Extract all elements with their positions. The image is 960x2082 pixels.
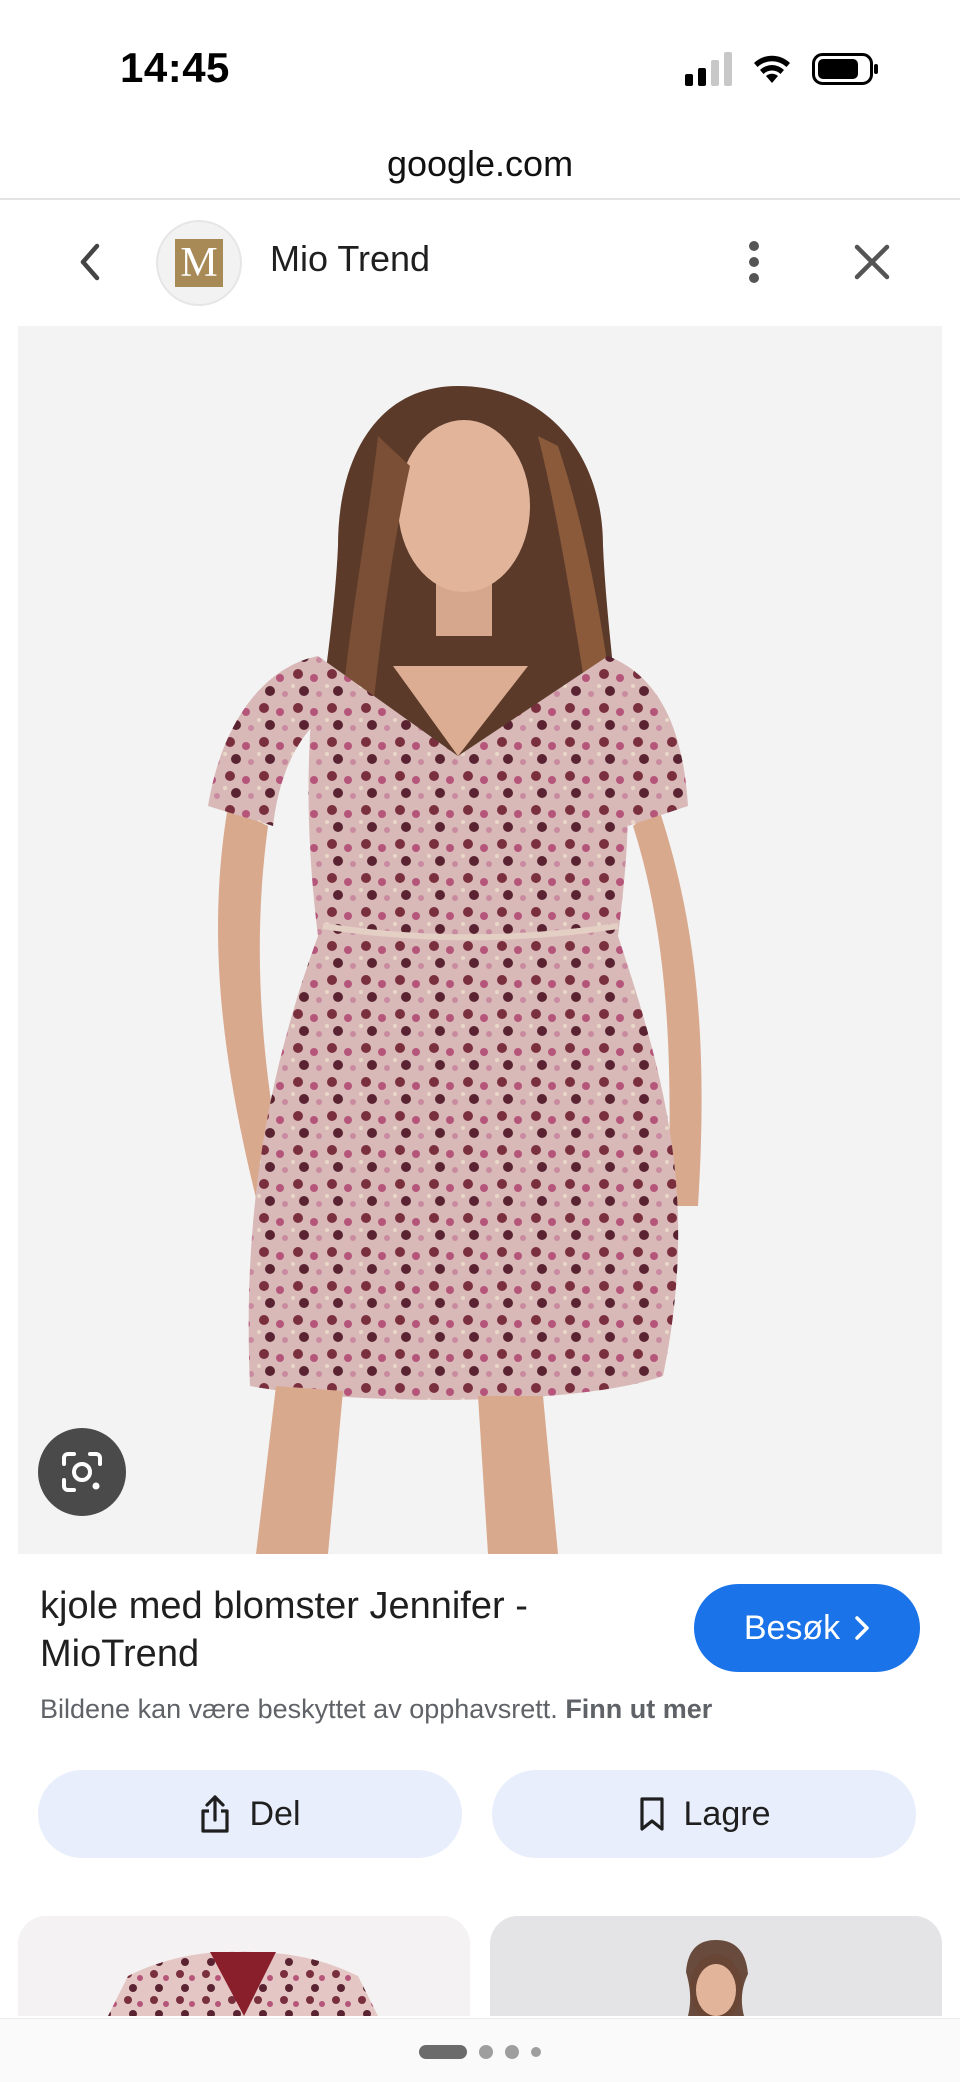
logo-letter: M (175, 239, 223, 287)
share-button[interactable]: Del (38, 1770, 462, 1858)
status-bar: 14:45 (0, 0, 960, 130)
copyright-notice: Bildene kan være beskyttet av opphavsret… (40, 1694, 712, 1725)
more-vert-icon (749, 241, 759, 283)
url-text: google.com (386, 143, 574, 184)
status-icons (685, 52, 880, 86)
page-indicator (0, 2045, 960, 2059)
related-image-card[interactable] (18, 1916, 470, 2016)
chevron-left-icon (80, 243, 100, 281)
page-indicator-dot (531, 2047, 541, 2057)
share-label: Del (249, 1794, 301, 1833)
chevron-right-icon (855, 1616, 869, 1640)
status-time: 14:45 (120, 44, 230, 91)
more-options-button[interactable] (734, 236, 774, 288)
back-button[interactable] (64, 236, 116, 288)
google-lens-button[interactable] (38, 1428, 126, 1516)
related-image (490, 1916, 942, 2016)
viewer-header: M Mio Trend (0, 200, 960, 324)
result-title[interactable]: kjole med blomster Jennifer - MioTrend (40, 1582, 640, 1678)
site-name[interactable]: Mio Trend (270, 238, 430, 280)
related-image-card[interactable] (490, 1916, 942, 2016)
main-image[interactable] (18, 326, 942, 1554)
battery-icon (812, 53, 878, 85)
site-logo[interactable]: M (156, 220, 242, 306)
visit-label: Besøk (743, 1608, 841, 1647)
product-photo (18, 326, 942, 1554)
wifi-icon (754, 55, 790, 83)
related-image (18, 1916, 470, 2016)
google-lens-icon (62, 1452, 102, 1492)
bottom-bar (0, 2018, 960, 2082)
close-icon (854, 244, 890, 280)
save-button[interactable]: Lagre (492, 1770, 916, 1858)
page-indicator-dot (479, 2045, 493, 2059)
learn-more-link[interactable]: Finn ut mer (565, 1694, 712, 1724)
visit-button[interactable]: Besøk (694, 1584, 920, 1672)
page-indicator-dot (505, 2045, 519, 2059)
copyright-text: Bildene kan være beskyttet av opphavsret… (40, 1694, 558, 1724)
cellular-signal-icon (685, 52, 732, 86)
bookmark-icon (639, 1797, 664, 1831)
share-icon (201, 1795, 230, 1833)
page-indicator-active (419, 2045, 467, 2059)
url-bar[interactable]: google.com (0, 130, 960, 200)
close-button[interactable] (846, 236, 898, 288)
save-label: Lagre (683, 1794, 771, 1833)
